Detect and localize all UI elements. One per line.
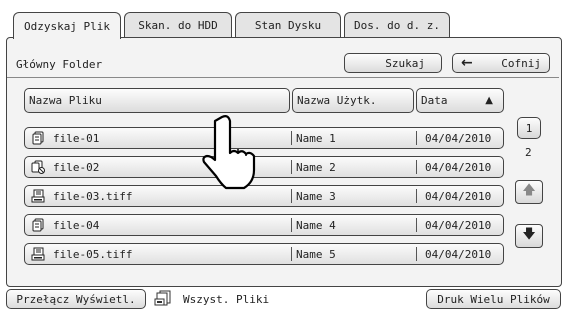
column-divider [291, 189, 292, 203]
back-button-label: Cofnij [501, 56, 541, 70]
folder-label: Główny Folder [16, 58, 103, 71]
column-divider [291, 218, 292, 232]
copy-icon [31, 131, 45, 145]
file-row[interactable]: file-04 Name 4 04/04/2010 [24, 214, 504, 236]
current-page: 1 [525, 121, 533, 135]
column-header-user[interactable]: Nazwa Użytk. [292, 88, 414, 113]
tab-scan-to-hdd[interactable]: Skan. do HDD [124, 12, 232, 38]
total-pages: 2 [525, 146, 532, 159]
tab-file-retrieve[interactable]: Odzyskaj Plik [13, 12, 121, 39]
file-row[interactable]: file-02 Name 2 04/04/2010 [24, 156, 504, 178]
file-name-cell: file-04 [25, 215, 291, 235]
file-date: 04/04/2010 [425, 189, 492, 203]
tab-disk-status[interactable]: Stan Dysku [235, 12, 341, 38]
page-number-button[interactable]: 1 [517, 117, 541, 139]
file-row[interactable]: file-01 Name 1 04/04/2010 [24, 127, 504, 149]
copy-blocked-icon [31, 160, 45, 174]
file-row[interactable]: file-05.tiff Name 5 04/04/2010 [24, 243, 504, 265]
batch-print-label: Druk Wielu Plików [437, 292, 550, 306]
file-row[interactable]: file-03.tiff Name 3 04/04/2010 [24, 185, 504, 207]
column-header-name[interactable]: Nazwa Pliku [24, 88, 290, 113]
file-date: 04/04/2010 [425, 160, 492, 174]
file-name-cell: file-05.tiff [25, 244, 291, 264]
column-header-name-label: Nazwa Pliku [29, 94, 102, 107]
file-user: Name 2 [296, 160, 336, 174]
arrow-down-icon: 🡇 [522, 227, 536, 242]
filter-label: Wszyst. Pliki [183, 293, 270, 306]
file-user: Name 4 [296, 218, 336, 232]
column-divider [291, 160, 292, 174]
pointing-hand-icon [202, 115, 256, 190]
column-divider [416, 247, 417, 261]
all-files-icon [154, 290, 171, 306]
search-button-label: Szukaj [385, 56, 425, 70]
copy-icon [31, 218, 45, 232]
column-divider [416, 160, 417, 174]
column-divider [416, 218, 417, 232]
tab-label: Stan Dysku [254, 19, 322, 32]
file-user: Name 5 [296, 247, 336, 261]
file-name: file-02 [53, 160, 100, 174]
column-divider [291, 247, 292, 261]
sort-ascending-icon: ▲ [485, 95, 493, 106]
page-up-button[interactable]: 🡅 [515, 180, 543, 204]
tab-label: Dos. do d. z. [353, 19, 441, 32]
column-divider [416, 131, 417, 145]
file-name: file-04 [53, 218, 100, 232]
page-down-button[interactable]: 🡇 [515, 224, 543, 248]
file-name: file-03.tiff [53, 189, 133, 203]
column-header-date-label: Data [421, 94, 448, 107]
file-date: 04/04/2010 [425, 247, 492, 261]
column-divider [291, 131, 292, 145]
file-user: Name 3 [296, 189, 336, 203]
file-date: 04/04/2010 [425, 218, 492, 232]
file-name: file-05.tiff [53, 247, 133, 261]
arrow-left-icon: ← [461, 55, 473, 71]
tab-label: Odzyskaj Plik [23, 19, 111, 33]
tab-send-to-address[interactable]: Dos. do d. z. [344, 12, 450, 38]
search-button[interactable]: Szukaj [344, 53, 442, 73]
back-button[interactable]: ← Cofnij [452, 53, 550, 73]
file-user: Name 1 [296, 131, 336, 145]
column-header-user-label: Nazwa Użytk. [297, 94, 377, 107]
file-date: 04/04/2010 [425, 131, 492, 145]
arrow-up-icon: 🡅 [522, 183, 536, 198]
tab-label: Skan. do HDD [138, 19, 218, 32]
batch-print-button[interactable]: Druk Wielu Plików [426, 289, 561, 309]
file-name: file-01 [53, 131, 100, 145]
toggle-view-button[interactable]: Przełącz Wyświetl. [6, 289, 146, 309]
column-header-date[interactable]: Data ▲ [416, 88, 504, 113]
scan-icon [31, 247, 45, 261]
column-divider [416, 189, 417, 203]
scan-icon [31, 189, 45, 203]
toggle-view-label: Przełącz Wyświetl. [16, 292, 136, 306]
